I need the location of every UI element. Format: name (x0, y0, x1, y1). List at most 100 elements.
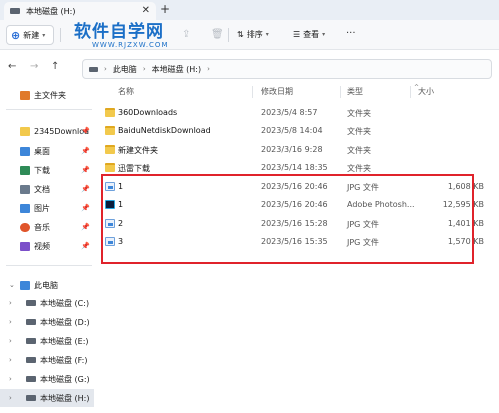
desktop-icon (20, 146, 30, 156)
divider (6, 265, 92, 266)
file-type: 文件夹 (347, 109, 371, 118)
sidebar-item-label: 音乐 (34, 222, 50, 232)
sidebar-item-label: 本地磁盘 (H:) (40, 393, 90, 403)
sidebar-item-label: 图片 (34, 203, 50, 213)
address-bar[interactable]: › 此电脑 › 本地磁盘 (H:) › (82, 59, 492, 79)
sidebar-item-desktop[interactable]: 桌面 📌 (0, 142, 94, 160)
sidebar-item-drive-e[interactable]: › 本地磁盘 (E:) (0, 332, 94, 350)
navigation-bar: ← → ↑ › 此电脑 › 本地磁盘 (H:) › (0, 56, 499, 80)
sidebar-item-label: 此电脑 (34, 280, 58, 290)
chevron-right-icon[interactable]: › (9, 394, 12, 402)
up-icon[interactable]: ↑ (51, 61, 59, 72)
forward-icon[interactable]: → (30, 61, 38, 72)
folder-icon (20, 126, 30, 136)
file-name: BaiduNetdiskDownload (118, 126, 211, 135)
file-row[interactable]: 360Downloads 2023/5/4 8:57 文件夹 (102, 104, 492, 122)
close-tab-icon[interactable]: ✕ (142, 5, 150, 16)
chevron-right-icon[interactable]: › (9, 356, 12, 364)
sidebar-item-home[interactable]: 主文件夹 (0, 86, 94, 104)
drive-icon (26, 395, 36, 401)
more-options-button[interactable]: ··· (346, 28, 356, 39)
file-row[interactable]: 新建文件夹 2023/3/16 9:28 文件夹 (102, 141, 492, 159)
view-button[interactable]: ☰ 查看 ▾ (293, 29, 325, 40)
highlight-box (101, 174, 474, 264)
sort-label: 排序 (246, 30, 263, 39)
sidebar-item-pictures[interactable]: 图片 📌 (0, 199, 94, 217)
divider[interactable] (410, 86, 411, 98)
sidebar-item-label: 桌面 (34, 146, 50, 156)
column-header-date[interactable]: 修改日期 (261, 86, 293, 97)
chevron-down-icon[interactable]: ⌄ (9, 281, 15, 289)
folder-icon (105, 163, 115, 172)
sidebar-item-label: 文档 (34, 184, 50, 194)
file-date: 2023/5/8 14:04 (261, 126, 323, 135)
column-header-name[interactable]: 名称 (118, 86, 134, 97)
sidebar-item-drive-h[interactable]: › 本地磁盘 (H:) (0, 389, 94, 407)
sidebar-item-label: 下载 (34, 165, 50, 175)
drive-icon (26, 319, 36, 325)
breadcrumb-local-disk-h[interactable]: 本地磁盘 (H:) (152, 64, 202, 75)
column-header-type[interactable]: 类型 (347, 86, 363, 97)
drive-icon (26, 357, 36, 363)
drive-icon (26, 300, 36, 306)
videos-icon (20, 241, 30, 251)
tab-local-disk-h[interactable]: 本地磁盘 (H:) ✕ (4, 2, 156, 20)
drive-icon (10, 8, 20, 14)
title-bar: 本地磁盘 (H:) ✕ + (0, 0, 499, 20)
folder-icon (105, 108, 115, 117)
watermark-cn: 软件自学网 (74, 22, 164, 42)
sidebar-item-drive-d[interactable]: › 本地磁盘 (D:) (0, 313, 94, 331)
folder-icon (105, 145, 115, 154)
pc-icon (20, 280, 30, 290)
pin-icon: 📌 (81, 242, 90, 250)
view-label: 查看 (303, 30, 320, 39)
sidebar-item-drive-c[interactable]: › 本地磁盘 (C:) (0, 294, 94, 312)
watermark-logo: 软件自学网 WWW.RJZXW.COM (74, 23, 169, 49)
drive-icon (26, 376, 36, 382)
divider[interactable] (252, 86, 253, 98)
sidebar-item-drive-g[interactable]: › 本地磁盘 (G:) (0, 370, 94, 388)
divider[interactable] (340, 86, 341, 98)
file-type: 文件夹 (347, 164, 371, 173)
chevron-down-icon: ▾ (322, 31, 326, 38)
new-button[interactable]: ⊕ 新建 ▾ (6, 25, 54, 45)
sidebar-item-label: 主文件夹 (34, 90, 66, 100)
sidebar-item-drive-f[interactable]: › 本地磁盘 (F:) (0, 351, 94, 369)
chevron-down-icon: ▾ (42, 31, 46, 39)
column-header-size[interactable]: 大小 (418, 86, 434, 97)
chevron-down-icon: ▾ (265, 31, 269, 38)
drive-icon (26, 338, 36, 344)
plus-icon: ⊕ (11, 28, 21, 42)
file-row[interactable]: BaiduNetdiskDownload 2023/5/8 14:04 文件夹 (102, 122, 492, 140)
breadcrumb-this-pc[interactable]: 此电脑 (113, 64, 137, 75)
sidebar-item-label: 本地磁盘 (G:) (40, 374, 90, 384)
delete-icon[interactable]: 🗑 (211, 29, 224, 40)
sort-button[interactable]: ⇅ 排序 ▾ (237, 29, 269, 40)
pin-icon: 📌 (81, 223, 90, 231)
pc-icon (89, 66, 98, 72)
file-name: 迅雷下载 (118, 164, 150, 173)
pictures-icon (20, 203, 30, 213)
sidebar-item-this-pc[interactable]: ⌄ 此电脑 (0, 276, 94, 294)
chevron-right-icon: › (207, 65, 210, 73)
sidebar-item-videos[interactable]: 视频 📌 (0, 237, 94, 255)
chevron-right-icon[interactable]: › (9, 337, 12, 345)
pin-icon: 📌 (81, 204, 90, 212)
file-date: 2023/5/4 8:57 (261, 108, 318, 117)
sidebar-item-pinned[interactable]: 2345Downloa 📌 (0, 122, 94, 140)
share-icon[interactable]: ⇪ (182, 29, 190, 40)
sidebar-item-documents[interactable]: 文档 📌 (0, 180, 94, 198)
music-icon (20, 222, 30, 232)
sidebar-item-label: 本地磁盘 (E:) (40, 336, 89, 346)
tab-title: 本地磁盘 (H:) (26, 6, 76, 16)
back-icon[interactable]: ← (8, 61, 16, 72)
sidebar-item-label: 本地磁盘 (F:) (40, 355, 88, 365)
pin-icon: 📌 (81, 166, 90, 174)
chevron-right-icon[interactable]: › (9, 299, 12, 307)
divider (60, 28, 61, 42)
sidebar-item-music[interactable]: 音乐 📌 (0, 218, 94, 236)
chevron-right-icon[interactable]: › (9, 318, 12, 326)
new-tab-button[interactable]: + (160, 2, 170, 16)
chevron-right-icon[interactable]: › (9, 375, 12, 383)
sidebar-item-downloads[interactable]: 下载 📌 (0, 161, 94, 179)
